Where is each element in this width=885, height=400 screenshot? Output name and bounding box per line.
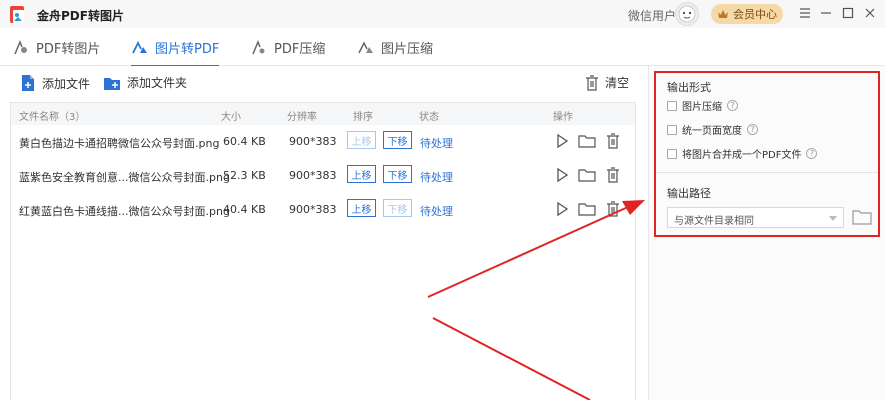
delete-icon[interactable] [604, 166, 622, 184]
function-tabs: PDF转图片 图片转PDF PDF压缩 图片压缩 [0, 28, 885, 67]
file-size: 52.3 KB [223, 169, 266, 182]
file-size: 40.4 KB [223, 203, 266, 216]
pdf-to-image-icon [14, 40, 27, 55]
app-logo [10, 6, 24, 23]
header-resolution: 分辨率 [287, 112, 317, 123]
delete-icon[interactable] [604, 200, 622, 218]
header-order: 排序 [353, 112, 373, 123]
app-title: 金舟PDF转图片 [37, 9, 124, 23]
file-name: 红黄蓝白色卡通线描...微信公众号封面.png [19, 205, 230, 218]
tab-label: 图片压缩 [381, 41, 434, 57]
image-to-pdf-icon [132, 40, 147, 54]
move-up-button[interactable]: 上移 [347, 199, 376, 217]
open-folder-icon[interactable] [578, 132, 596, 150]
play-icon[interactable] [553, 166, 571, 184]
add-folder-icon [104, 77, 120, 90]
move-up-button[interactable]: 上移 [347, 165, 376, 183]
tab-image-compress[interactable]: 图片压缩 [357, 28, 433, 66]
play-icon[interactable] [553, 200, 571, 218]
table-row[interactable]: 蓝紫色安全教育创意...微信公众号封面.png 52.3 KB 900*383 … [11, 158, 635, 192]
tab-pdf-to-image[interactable]: PDF转图片 [12, 28, 100, 66]
add-file-button[interactable]: 添加文件 [20, 74, 90, 92]
highlight-box [654, 71, 880, 237]
tab-image-to-pdf[interactable]: 图片转PDF [131, 28, 220, 67]
add-file-label: 添加文件 [42, 76, 91, 91]
table-row[interactable]: 黄白色描边卡通招聘微信公众号封面.png 60.4 KB 900*383 上移 … [11, 124, 635, 158]
status-badge: 待处理 [420, 137, 453, 150]
move-down-button[interactable]: 下移 [383, 165, 412, 183]
add-folder-label: 添加文件夹 [127, 76, 188, 90]
menu-icon[interactable] [797, 5, 813, 21]
tab-label: PDF转图片 [36, 41, 101, 57]
image-compress-icon [358, 41, 373, 54]
clear-label: 清空 [605, 76, 630, 90]
user-name[interactable]: 微信用户 [628, 7, 676, 24]
open-folder-icon[interactable] [578, 166, 596, 184]
add-folder-button[interactable]: 添加文件夹 [103, 74, 187, 91]
vip-center-button[interactable]: 会员中心 [711, 4, 783, 24]
status-badge: 待处理 [420, 171, 453, 184]
file-size: 60.4 KB [223, 135, 266, 148]
file-name: 黄白色描边卡通招聘微信公众号封面.png [19, 137, 220, 150]
file-resolution: 900*383 [289, 169, 337, 182]
header-action: 操作 [553, 112, 573, 123]
open-folder-icon[interactable] [578, 200, 596, 218]
add-file-icon [22, 75, 34, 91]
title-bar: 金舟PDF转图片 微信用户 会员中心 [0, 0, 885, 28]
avatar[interactable] [675, 2, 699, 26]
file-resolution: 900*383 [289, 135, 337, 148]
move-up-button[interactable]: 上移 [347, 131, 376, 149]
close-icon[interactable] [862, 5, 878, 21]
maximize-icon[interactable] [840, 5, 856, 21]
tab-label: PDF压缩 [274, 41, 326, 57]
table-row[interactable]: 红黄蓝白色卡通线描...微信公众号封面.png 40.4 KB 900*383 … [11, 192, 635, 226]
vip-center-label: 会员中心 [733, 8, 777, 21]
tab-label: 图片转PDF [155, 41, 220, 57]
trash-icon [586, 74, 598, 91]
header-size: 大小 [221, 112, 241, 123]
delete-icon[interactable] [604, 132, 622, 150]
clear-button[interactable]: 清空 [585, 74, 629, 91]
table-header: 文件名称（3） 大小 分辨率 排序 状态 操作 [11, 103, 635, 125]
move-down-button[interactable]: 下移 [383, 199, 412, 217]
pdf-compress-icon [252, 40, 265, 55]
avatar-face-icon [678, 5, 696, 23]
file-name: 蓝紫色安全教育创意...微信公众号封面.png [19, 171, 230, 184]
header-name: 文件名称（3） [19, 112, 86, 123]
crown-icon [718, 10, 728, 18]
header-status: 状态 [419, 112, 439, 123]
play-icon[interactable] [553, 132, 571, 150]
file-list-panel: 文件名称（3） 大小 分辨率 排序 状态 操作 黄白色描边卡通招聘微信公众号封面… [10, 102, 636, 400]
file-toolbar: 添加文件 添加文件夹 清空 [0, 66, 648, 102]
minimize-icon[interactable] [818, 5, 834, 21]
move-down-button[interactable]: 下移 [383, 131, 412, 149]
tab-pdf-compress[interactable]: PDF压缩 [250, 28, 325, 66]
file-resolution: 900*383 [289, 203, 337, 216]
status-badge: 待处理 [420, 205, 453, 218]
